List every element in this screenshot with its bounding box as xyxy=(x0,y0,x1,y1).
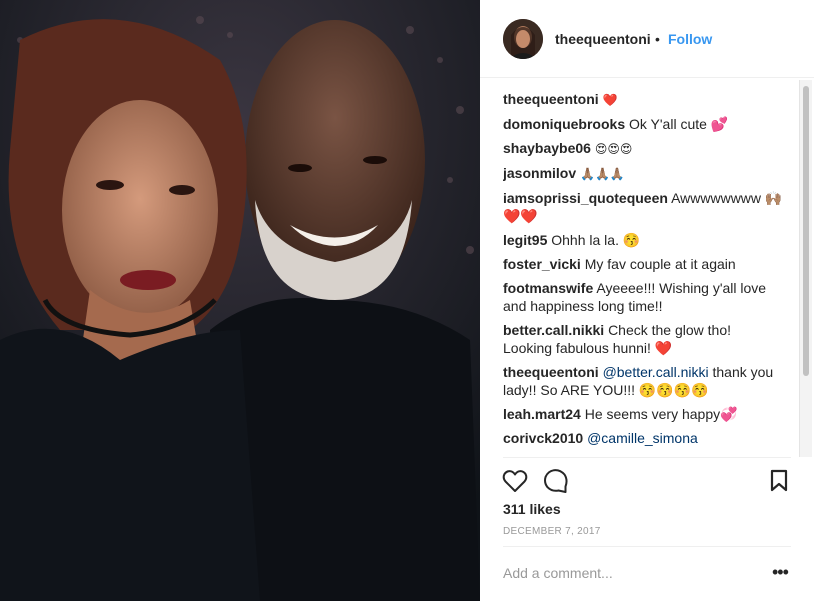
comment-item: foster_vicki My fav couple at it again xyxy=(503,255,783,273)
comment-mention[interactable]: @camille_simona xyxy=(587,430,698,446)
likes-count[interactable]: 311 likes xyxy=(503,501,561,517)
comment-mention[interactable]: @better.call.nikki xyxy=(603,364,709,380)
comment-item: leah.mart24 He seems very happy💞 xyxy=(503,405,783,423)
comment-username[interactable]: theequeentoni xyxy=(503,364,599,380)
add-comment-input[interactable]: Add a comment... xyxy=(503,565,613,581)
divider xyxy=(503,546,791,547)
comment-item: corivck2010 @camille_simona xyxy=(503,429,783,447)
comments-list: theequeentoni ❤️ domoniquebrooks Ok Y'al… xyxy=(503,80,783,457)
comments-scrollbar[interactable] xyxy=(799,80,812,457)
post-side-panel: theequeentoni • Follow theequeentoni ❤️ … xyxy=(480,0,814,601)
comment-item: shaybaybe06 😍😍😍 xyxy=(503,139,783,158)
comment-item: theequeentoni ❤️ xyxy=(503,90,783,109)
divider xyxy=(503,457,791,458)
comment-text: My fav couple at it again xyxy=(584,256,736,272)
post-actions: 311 likes DECEMBER 7, 2017 Add a comment… xyxy=(480,457,814,601)
header-separator: • xyxy=(655,31,660,47)
comment-text: Ok Y'all cute 💕 xyxy=(629,116,729,132)
comment-username[interactable]: foster_vicki xyxy=(503,256,581,272)
comment-item: footmanswife Ayeeee!!! Wishing y'all lov… xyxy=(503,279,783,315)
comment-item: theequeentoni @better.call.nikki thank y… xyxy=(503,363,783,399)
post-photo xyxy=(0,0,480,601)
post-date: DECEMBER 7, 2017 xyxy=(503,526,601,537)
comment-username[interactable]: leah.mart24 xyxy=(503,406,581,422)
follow-button[interactable]: Follow xyxy=(668,31,712,47)
scrollbar-thumb[interactable] xyxy=(803,86,809,376)
post-header: theequeentoni • Follow xyxy=(480,0,814,78)
comment-username[interactable]: iamsoprissi_quotequeen xyxy=(503,190,668,206)
comment-username[interactable]: domoniquebrooks xyxy=(503,116,625,132)
comment-item: legit95 Ohhh la la. 😚 xyxy=(503,231,783,249)
comment-item: iamsoprissi_quotequeen Awwwwwwww 🙌🏽❤️❤️ xyxy=(503,189,783,225)
comment-username[interactable]: jasonmilov xyxy=(503,165,576,181)
heart-outline-icon[interactable] xyxy=(502,469,528,498)
comment-item: better.call.nikki Check the glow tho! Lo… xyxy=(503,321,783,357)
selfie-photo-illustration xyxy=(0,0,480,601)
header-username[interactable]: theequeentoni xyxy=(555,31,651,47)
comment-item: domoniquebrooks Ok Y'all cute 💕 xyxy=(503,115,783,133)
comment-username[interactable]: shaybaybe06 xyxy=(503,140,591,156)
comment-text: Ohhh la la. 😚 xyxy=(551,232,641,248)
speech-bubble-icon[interactable] xyxy=(543,468,569,499)
comment-username[interactable]: footmanswife xyxy=(503,280,593,296)
comment-username[interactable]: corivck2010 xyxy=(503,430,583,446)
comment-text: He seems very happy💞 xyxy=(584,406,738,422)
comment-text: 🙏🏽🙏🏽🙏🏽 xyxy=(580,167,625,181)
bookmark-icon[interactable] xyxy=(769,469,789,498)
comment-item: jasonmilov 🙏🏽🙏🏽🙏🏽 xyxy=(503,164,783,183)
more-options-icon[interactable]: ••• xyxy=(772,562,789,583)
comment-username[interactable]: legit95 xyxy=(503,232,547,248)
comment-text: 😍😍😍 xyxy=(594,142,633,156)
avatar[interactable] xyxy=(503,19,543,59)
comment-username[interactable]: theequeentoni xyxy=(503,91,599,107)
comment-text: ❤️ xyxy=(602,93,618,107)
comment-username[interactable]: better.call.nikki xyxy=(503,322,604,338)
